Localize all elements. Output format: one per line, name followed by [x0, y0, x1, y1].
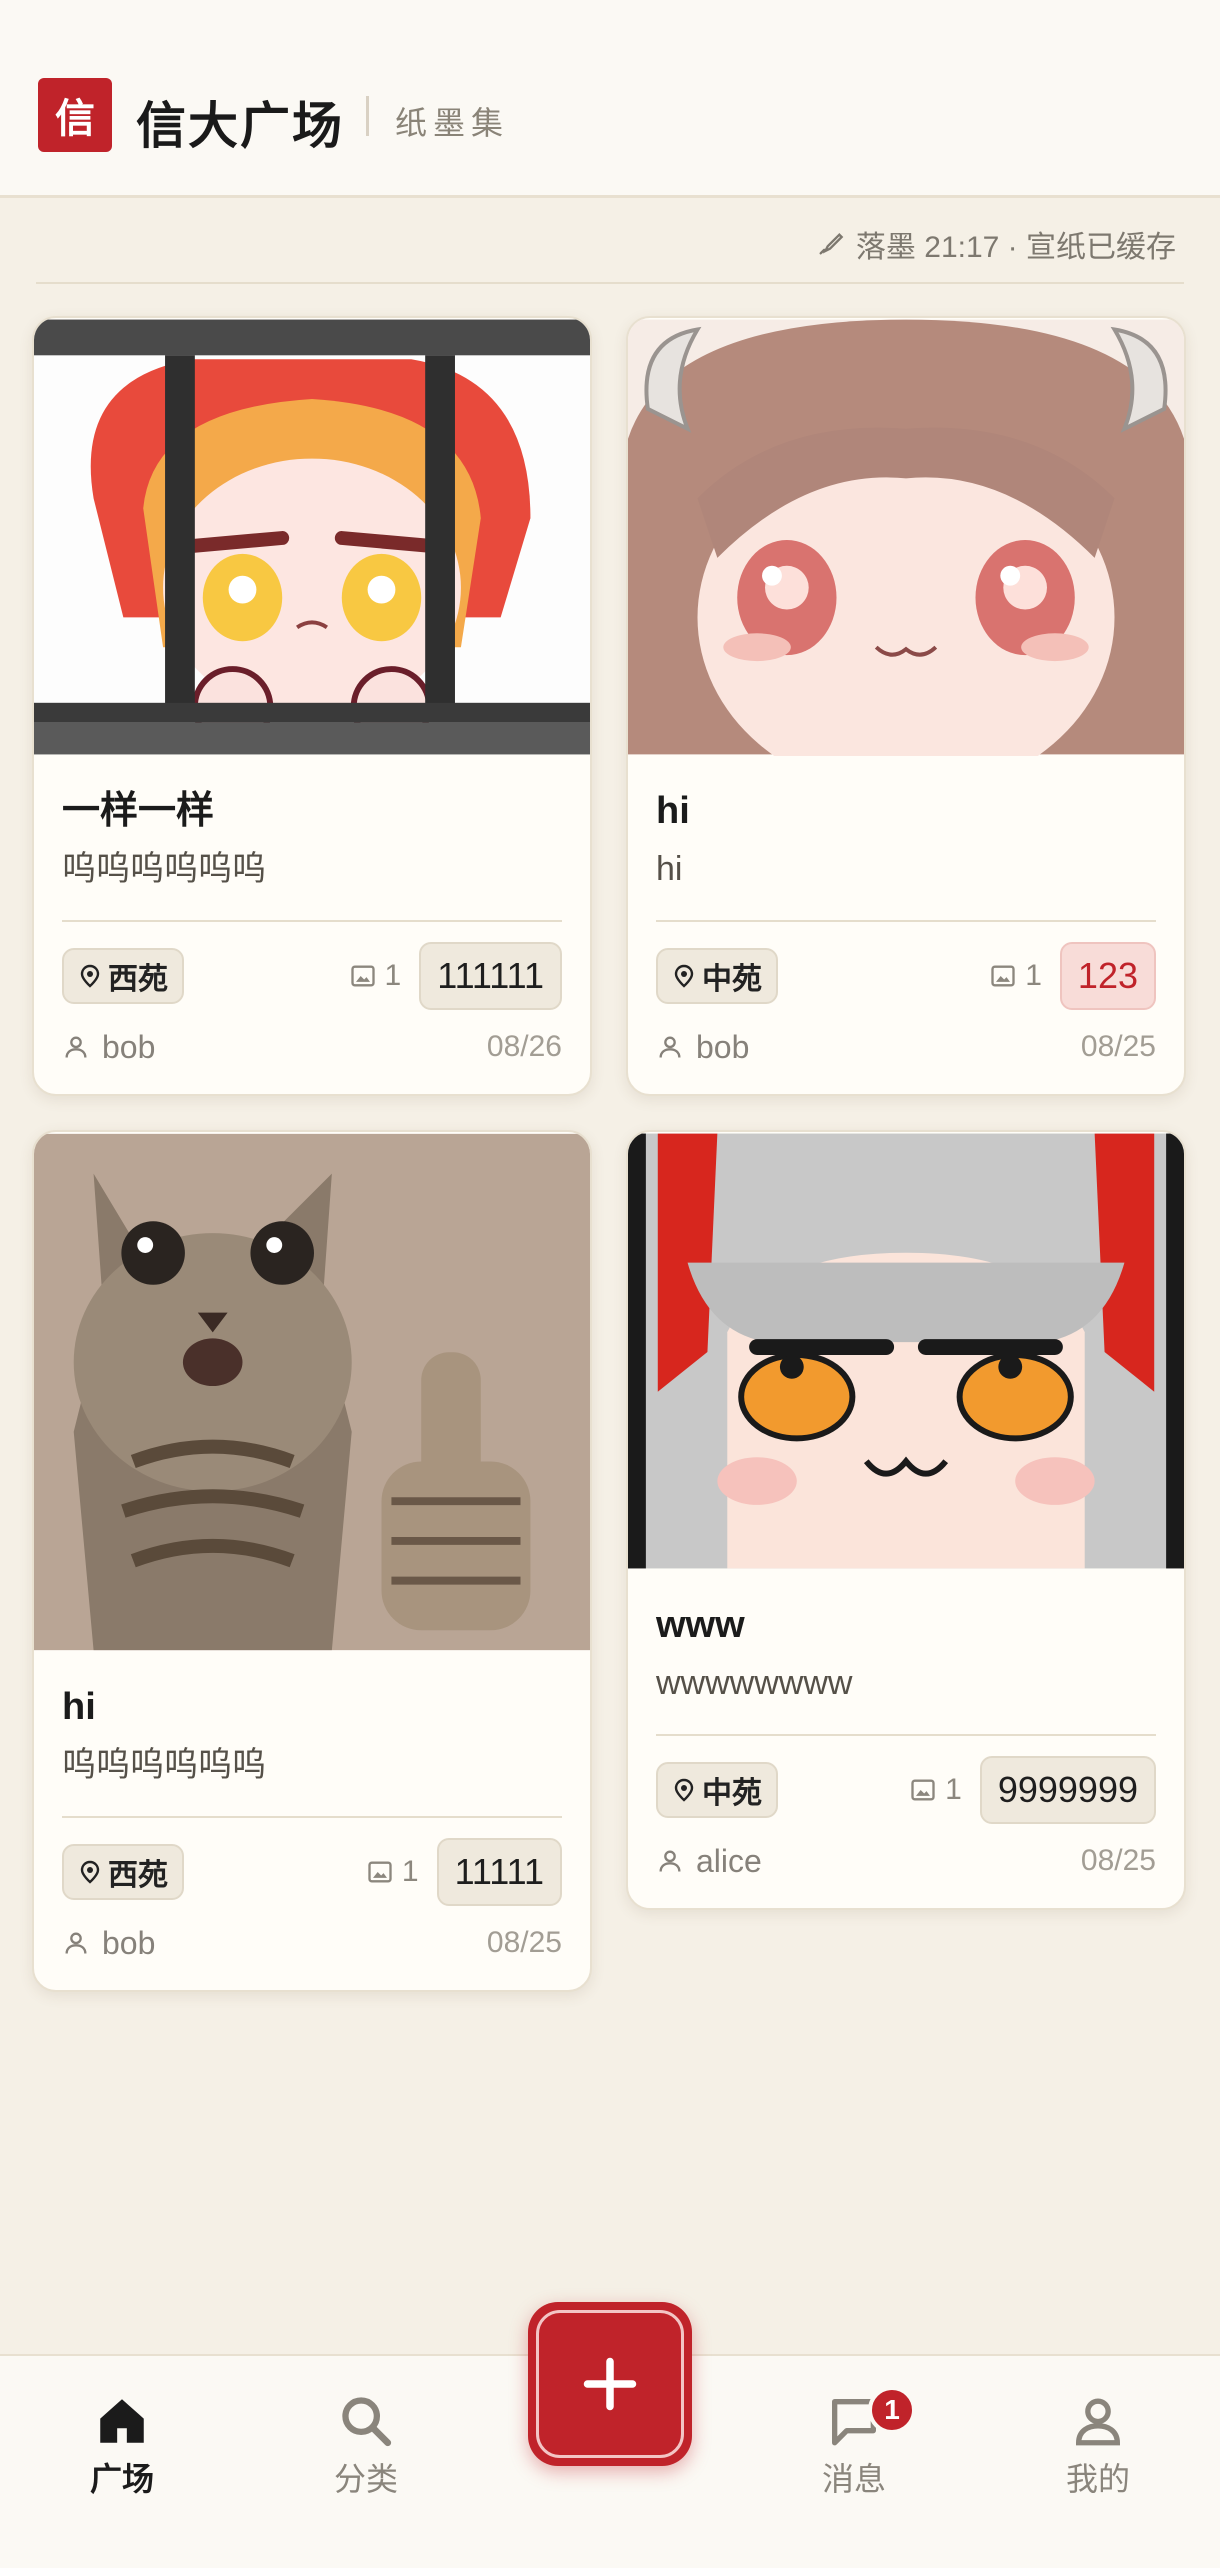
post-image-anime-silver-hair [628, 1133, 1184, 1569]
status-divider [36, 282, 1184, 284]
post-date: 08/26 [486, 1030, 562, 1063]
brush-icon [819, 233, 844, 255]
location-label: 西苑 [108, 1859, 168, 1892]
location-label: 中苑 [702, 1777, 762, 1810]
app-logo[interactable]: 信 [38, 78, 112, 152]
price-tag: 11111 [436, 1838, 562, 1906]
image-count-value: 1 [384, 959, 402, 992]
image-count: 1 [909, 1773, 962, 1807]
search-icon [342, 2397, 392, 2447]
post-description: 呜呜呜呜呜呜 [62, 1746, 266, 1784]
author[interactable]: bob [62, 1925, 155, 1962]
image-count-value: 1 [401, 1855, 419, 1888]
image-count-value: 1 [1025, 959, 1042, 992]
app-title: 信大广场 [136, 96, 344, 155]
image-count: 1 [989, 959, 1042, 993]
user-icon [65, 1036, 87, 1058]
card-divider [656, 920, 1156, 922]
post-image-anime-horns [628, 319, 1184, 756]
post-image-cat-thumbs-up [34, 1133, 590, 1651]
save-status: 落墨 21:17 · 宣纸已缓存 [816, 222, 1176, 266]
user-icon [65, 1932, 87, 1954]
post-description: wwwwwwww [656, 1664, 853, 1702]
image-count: 1 [366, 1855, 419, 1889]
location-chip[interactable]: 中苑 [656, 1762, 778, 1818]
nav-profile-label: 我的 [1065, 2461, 1130, 2497]
unread-badge: 1 [868, 2386, 916, 2434]
post-description: 呜呜呜呜呜呜 [62, 850, 266, 888]
post-image-anime-red-hood [34, 319, 590, 755]
title-divider [366, 96, 369, 136]
card-divider [656, 1734, 1156, 1736]
top-header: 信 信大广场 纸墨集 [0, 0, 1220, 198]
nav-home[interactable]: 广场 [52, 2392, 192, 2500]
location-label: 西苑 [108, 963, 168, 996]
price-tag: 111111 [419, 942, 562, 1010]
nav-messages[interactable]: 1 消息 [784, 2386, 924, 2500]
author[interactable]: alice [656, 1843, 762, 1880]
card-divider [62, 920, 562, 922]
nav-category-label: 分类 [333, 2461, 398, 2497]
nav-messages-label: 消息 [821, 2461, 886, 2497]
image-icon [991, 965, 1015, 987]
author-name: bob [102, 1924, 156, 1961]
image-icon [368, 1861, 392, 1883]
location-chip[interactable]: 西苑 [62, 1844, 184, 1900]
post-title: hi [656, 790, 690, 832]
location-pin-icon [80, 964, 100, 988]
price-tag: 9999999 [979, 1756, 1156, 1824]
post-title: 一样一样 [62, 790, 215, 832]
post-title: hi [62, 1686, 96, 1728]
post-date: 08/25 [486, 1926, 562, 1959]
app-subtitle: 纸墨集 [395, 104, 510, 142]
image-count-value: 1 [945, 1773, 962, 1806]
author[interactable]: bob [656, 1029, 749, 1066]
user-icon [1076, 2398, 1120, 2446]
image-count: 1 [349, 959, 402, 993]
post-date: 08/25 [1080, 1030, 1156, 1063]
author[interactable]: bob [62, 1029, 155, 1066]
nav-home-label: 广场 [89, 2461, 154, 2497]
author-name: bob [696, 1028, 750, 1065]
post-title: www [656, 1604, 745, 1646]
location-pin-icon [80, 1860, 100, 1884]
post-card[interactable]: hi 呜呜呜呜呜呜 西苑 1 11111 bob 08/25 [32, 1130, 592, 1992]
card-divider [62, 1816, 562, 1818]
location-label: 中苑 [702, 963, 762, 996]
create-post-button[interactable] [528, 2302, 692, 2466]
post-date: 08/25 [1080, 1844, 1156, 1877]
price-tag: 123 [1059, 942, 1156, 1010]
nav-profile[interactable]: 我的 [1028, 2392, 1168, 2500]
post-card[interactable]: 一样一样 呜呜呜呜呜呜 西苑 1 111111 bob 08/26 [32, 316, 592, 1096]
home-icon [100, 2399, 144, 2443]
status-text: 落墨 21:17 · 宣纸已缓存 [855, 231, 1176, 264]
user-icon [659, 1850, 681, 1872]
location-pin-icon [674, 964, 694, 988]
post-card[interactable]: www wwwwwwww 中苑 1 9999999 alice 08/25 [626, 1130, 1186, 1910]
nav-category[interactable]: 分类 [296, 2392, 436, 2500]
location-chip[interactable]: 中苑 [656, 948, 778, 1004]
user-icon [659, 1036, 681, 1058]
author-name: alice [696, 1842, 762, 1879]
image-icon [911, 1779, 935, 1801]
location-chip[interactable]: 西苑 [62, 948, 184, 1004]
location-pin-icon [674, 1778, 694, 1802]
image-icon [350, 965, 375, 987]
create-post-button-frame [536, 2310, 684, 2458]
plus-icon [583, 2357, 637, 2411]
author-name: bob [102, 1028, 156, 1065]
post-card[interactable]: hi hi 中苑 1 123 bob 08/25 [626, 316, 1186, 1096]
post-description: hi [656, 850, 683, 888]
